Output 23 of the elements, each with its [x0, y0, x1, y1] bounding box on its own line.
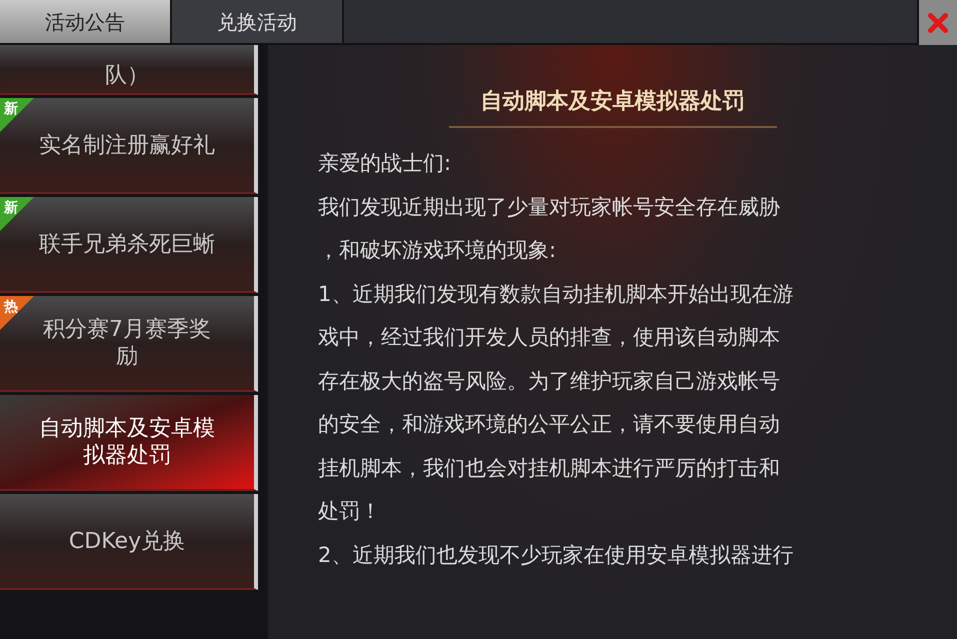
sidebar-item[interactable]: 新 联手兄弟杀死巨蜥	[0, 197, 258, 293]
sidebar-item[interactable]: 新 实名制注册赢好礼	[0, 98, 258, 194]
article-text: 处罚！	[318, 498, 382, 525]
article-title: 自动脚本及安卓模拟器处罚	[448, 85, 776, 128]
sidebar-item[interactable]: CDKey兑换	[0, 494, 258, 590]
article-text: 我们发现近期出现了少量对玩家帐号安全存在威胁	[318, 194, 781, 220]
sidebar-item[interactable]: 自动脚本及安卓模拟器处罚	[0, 395, 258, 491]
article-text: 2、近期我们也发现不少玩家在使用安卓模拟器进行	[318, 542, 794, 568]
tab[interactable]: 活动公告	[0, 0, 172, 43]
badge: 新	[0, 197, 34, 231]
article-text: 挂机脚本，我们也会对挂机脚本进行严厉的打击和	[318, 454, 781, 482]
article-text: 戏中，经过我们开发人员的排查，使用该自动脚本	[318, 324, 781, 351]
article-text: 的安全，和游戏环境的公平公正，请不要使用自动	[318, 411, 781, 438]
badge: 新	[0, 98, 34, 132]
close-button[interactable]	[917, 0, 957, 45]
article-text: ，和破坏游戏环境的现象:	[318, 237, 558, 264]
sidebar-item[interactable]: 热 积分赛7月赛季奖励	[0, 296, 258, 392]
article-text: 亲爱的战士们:	[318, 150, 452, 177]
tab[interactable]: 兑换活动	[172, 0, 344, 43]
article-text: 1、近期我们发现有数款自动挂机脚本开始出现在游	[318, 280, 794, 308]
article-text: 存在极大的盗号风险。为了维护玩家自己游戏帐号	[318, 368, 781, 394]
badge: 热	[0, 296, 34, 330]
sidebar-item[interactable]: 队）	[0, 45, 258, 95]
